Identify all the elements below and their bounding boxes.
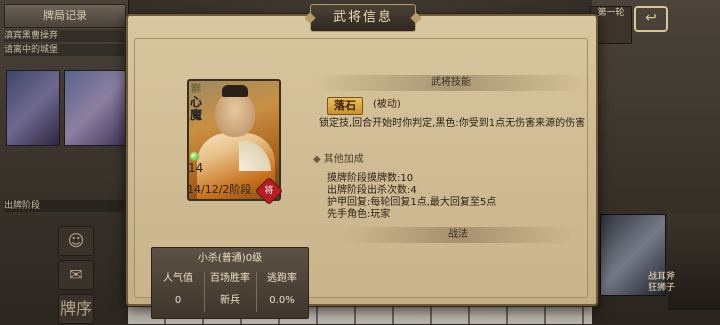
skill-type: (被动) xyxy=(373,99,401,110)
player-portrait[interactable] xyxy=(64,70,126,146)
back-arrow-icon: ↩ xyxy=(645,10,657,26)
player-portrait[interactable] xyxy=(6,70,60,146)
stat-winrate: 百场胜率 新兵 xyxy=(204,272,256,308)
card-art-hat xyxy=(222,85,248,97)
stat-value: 0 xyxy=(174,295,182,306)
stat-value: 0.0% xyxy=(269,295,295,306)
info-row: 出牌阶段出杀次数:4 xyxy=(327,185,417,196)
general-hp: 14 xyxy=(188,161,204,175)
card-art-face xyxy=(215,91,255,137)
log-line: 请离中的城堡 xyxy=(4,44,124,56)
card-order-button[interactable]: 牌序 xyxy=(58,294,94,324)
left-panel: 牌局记录 滇宾黑曹操弃 请离中的城堡 出牌阶段 ☺ ✉ 牌序 xyxy=(0,0,129,324)
player-title: 小杀(普通)0级 xyxy=(197,253,263,264)
gem-icon xyxy=(190,152,199,161)
other-bonus-toggle[interactable]: ◆ 其他加成 xyxy=(313,153,364,167)
stat-escape-rate: 逃跑率 0.0% xyxy=(256,272,308,308)
general-name-char: 魔 xyxy=(189,108,202,122)
info-row: 摸牌阶段摸牌数:10 xyxy=(327,173,414,184)
general-stage: 14/12/2阶段 xyxy=(187,183,252,196)
stat-popularity: 人气值 0 xyxy=(152,272,204,308)
dialog-body: 群 心 魔 14 14/12/2阶段 将 小杀(普通)0级 人气值 0 百场胜率… xyxy=(134,38,589,319)
info-row: 护甲回复:每轮回复1点,最大回复至5点 xyxy=(327,197,497,208)
skills-header: 武将技能 xyxy=(313,75,589,91)
chat-icon[interactable]: ✉ xyxy=(58,260,94,290)
player-stats-panel: 小杀(普通)0级 人气值 0 百场胜率 新兵 逃跑率 0.0% xyxy=(151,247,309,319)
opponent-name: 战耳斧 狂狮子 xyxy=(648,272,688,294)
bonus-info-list: 摸牌阶段摸牌数:10 出牌阶段出杀次数:4 护甲回复:每轮回复1点,最大回复至5… xyxy=(327,173,589,221)
badge-label: 将 xyxy=(264,186,274,196)
emote-icon[interactable]: ☺ xyxy=(58,226,94,256)
stat-label: 人气值 xyxy=(163,273,193,284)
stat-value: 新兵 xyxy=(220,295,240,306)
game-log-tab[interactable]: 牌局记录 xyxy=(4,4,126,28)
phase-label: 出牌阶段 xyxy=(4,200,124,212)
opponent-info-bar xyxy=(668,214,720,310)
log-line: 滇宾黑曹操弃 xyxy=(4,30,124,42)
card-art-fan xyxy=(239,141,273,171)
stat-label: 百场胜率 xyxy=(210,273,250,284)
opponent-name-line: 战耳斧 xyxy=(648,272,676,282)
skills-panel: 武将技能 落石 (被动) 锁定技,回合开始时你判定,黑色:你受到1点无伤害来源的… xyxy=(313,75,589,325)
diamond-icon: ◆ xyxy=(313,154,321,165)
stat-label: 逃跑率 xyxy=(267,273,297,284)
skill-description: 锁定技,回合开始时你判定,黑色:你受到1点无伤害来源的伤害 xyxy=(319,118,586,129)
back-button[interactable]: ↩ xyxy=(634,6,668,32)
skill-name-tag[interactable]: 落石 xyxy=(327,97,363,115)
dialog-title: 武将信息 xyxy=(310,4,416,32)
general-name: 群 心 魔 xyxy=(189,83,203,122)
opponent-name-line: 狂狮子 xyxy=(648,283,676,293)
info-row: 先手角色:玩家 xyxy=(327,209,391,220)
general-info-dialog: 武将信息 群 心 魔 14 14/12/2阶段 将 小杀(普通)0级 人气值 0… xyxy=(126,4,598,319)
other-bonus-label: 其他加成 xyxy=(323,154,364,165)
tactics-header[interactable]: 战法 xyxy=(343,227,573,243)
